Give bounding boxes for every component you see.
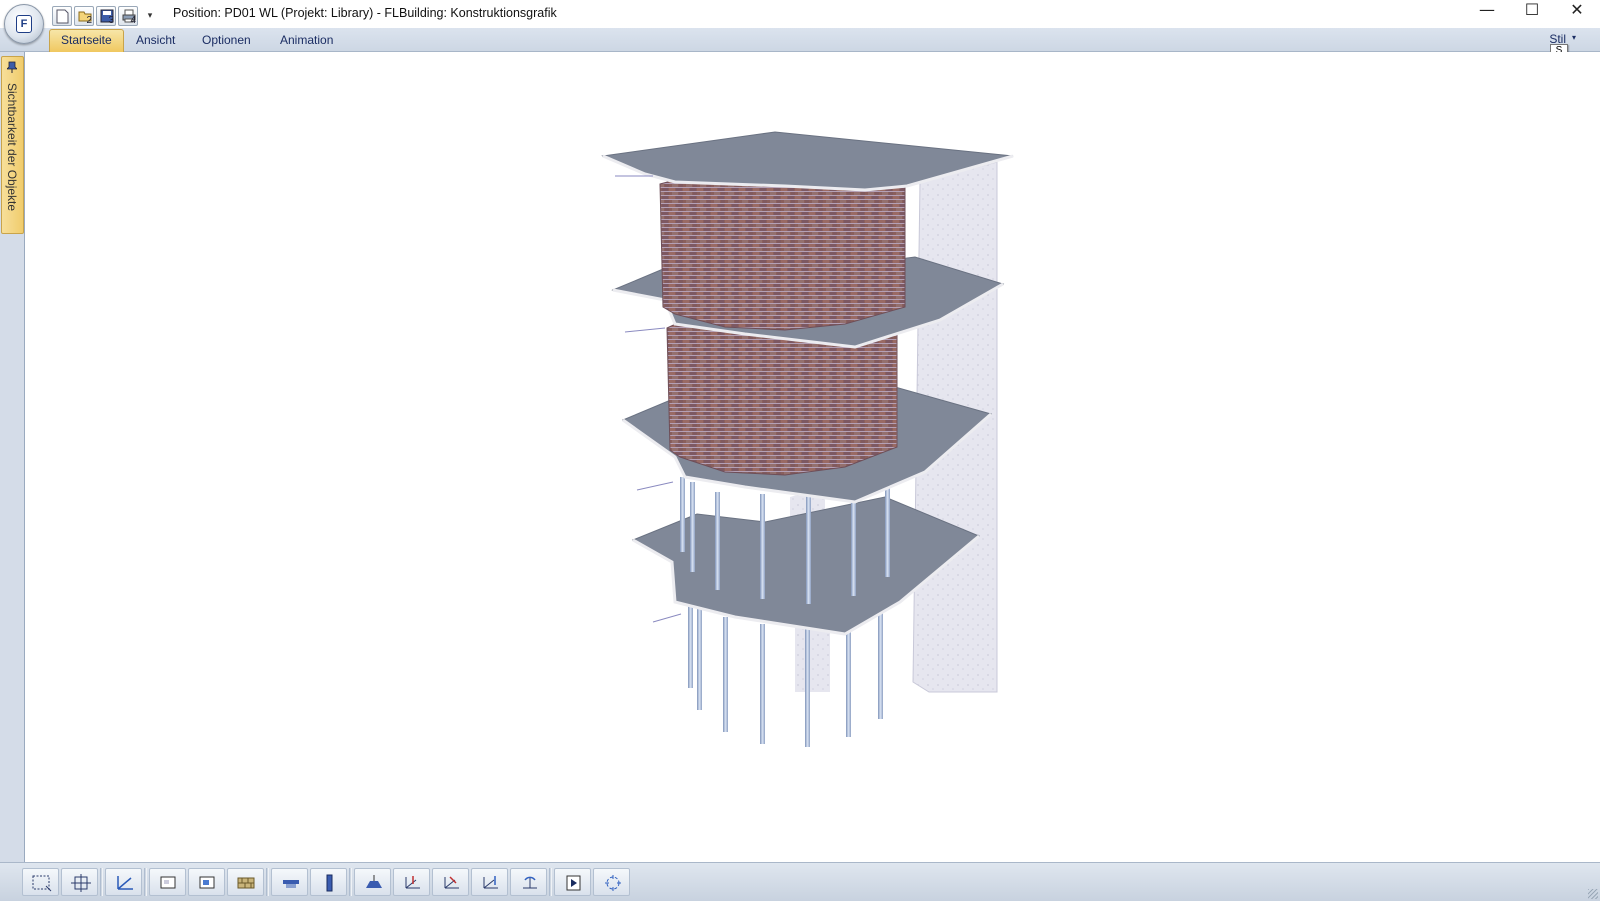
quick-access-toolbar: 2 3 4 ▾	[52, 6, 156, 26]
open-folder-icon[interactable]: 2	[74, 6, 94, 26]
resize-grip[interactable]	[1588, 889, 1598, 899]
select-point-icon[interactable]	[61, 868, 98, 896]
building-model[interactable]	[25, 52, 1600, 862]
toolbar-separator	[144, 868, 147, 896]
title-bar: 2 3 4 ▾ Position: PD01 WL (Projekt: Libr…	[0, 0, 1600, 28]
toolbar-separator	[549, 868, 552, 896]
rotate-view-icon[interactable]	[593, 868, 630, 896]
left-side-panel: Sichtbarkeit der Objekte	[0, 52, 25, 862]
pin-icon[interactable]	[7, 61, 17, 73]
qat-shortcut-2: 2	[86, 15, 92, 26]
tab-animation[interactable]: Animation	[269, 30, 344, 51]
load-x-icon[interactable]	[393, 868, 430, 896]
load-z-icon[interactable]	[471, 868, 508, 896]
qat-shortcut-4: 4	[130, 15, 136, 26]
save-icon[interactable]: 3	[96, 6, 116, 26]
application-menu-button[interactable]: F	[4, 4, 44, 44]
column-icon[interactable]	[310, 868, 347, 896]
toolbar-separator	[100, 868, 103, 896]
app-logo-icon: F	[16, 15, 32, 33]
visibility-panel-tab[interactable]: Sichtbarkeit der Objekte	[1, 56, 24, 234]
play-animation-icon[interactable]	[554, 868, 591, 896]
slab-icon[interactable]	[188, 868, 225, 896]
brick-wall-upper	[659, 177, 906, 331]
axis-icon[interactable]	[105, 868, 142, 896]
masonry-icon[interactable]	[227, 868, 264, 896]
tab-optionen[interactable]: Optionen	[191, 30, 262, 51]
close-button[interactable]: ✕	[1554, 0, 1600, 28]
print-icon[interactable]: 4	[118, 6, 138, 26]
load-y-icon[interactable]	[432, 868, 469, 896]
qat-shortcut-3: 3	[108, 15, 114, 26]
moment-icon[interactable]	[510, 868, 547, 896]
toolbar-separator	[349, 868, 352, 896]
maximize-button[interactable]: ☐	[1509, 0, 1555, 28]
tool-group	[22, 868, 630, 896]
ribbon-tab-row: Startseite Ansicht Optionen Animation St…	[0, 28, 1600, 52]
customize-qat-button[interactable]: ▾	[144, 6, 156, 26]
tab-startseite[interactable]: Startseite	[49, 29, 124, 52]
select-window-icon[interactable]	[22, 868, 59, 896]
beam-icon[interactable]	[271, 868, 308, 896]
toolbar-separator	[266, 868, 269, 896]
wall-icon[interactable]	[149, 868, 186, 896]
tab-ansicht[interactable]: Ansicht	[125, 30, 186, 51]
chevron-down-icon: ▾	[1571, 33, 1576, 42]
bottom-toolbar	[0, 862, 1600, 901]
visibility-panel-label: Sichtbarkeit der Objekte	[5, 83, 19, 212]
new-document-icon[interactable]	[52, 6, 72, 26]
window-title: Position: PD01 WL (Projekt: Library) - F…	[173, 6, 557, 20]
minimize-button[interactable]: —	[1464, 0, 1510, 28]
3d-viewport[interactable]	[25, 52, 1600, 862]
foundation-icon[interactable]	[354, 868, 391, 896]
